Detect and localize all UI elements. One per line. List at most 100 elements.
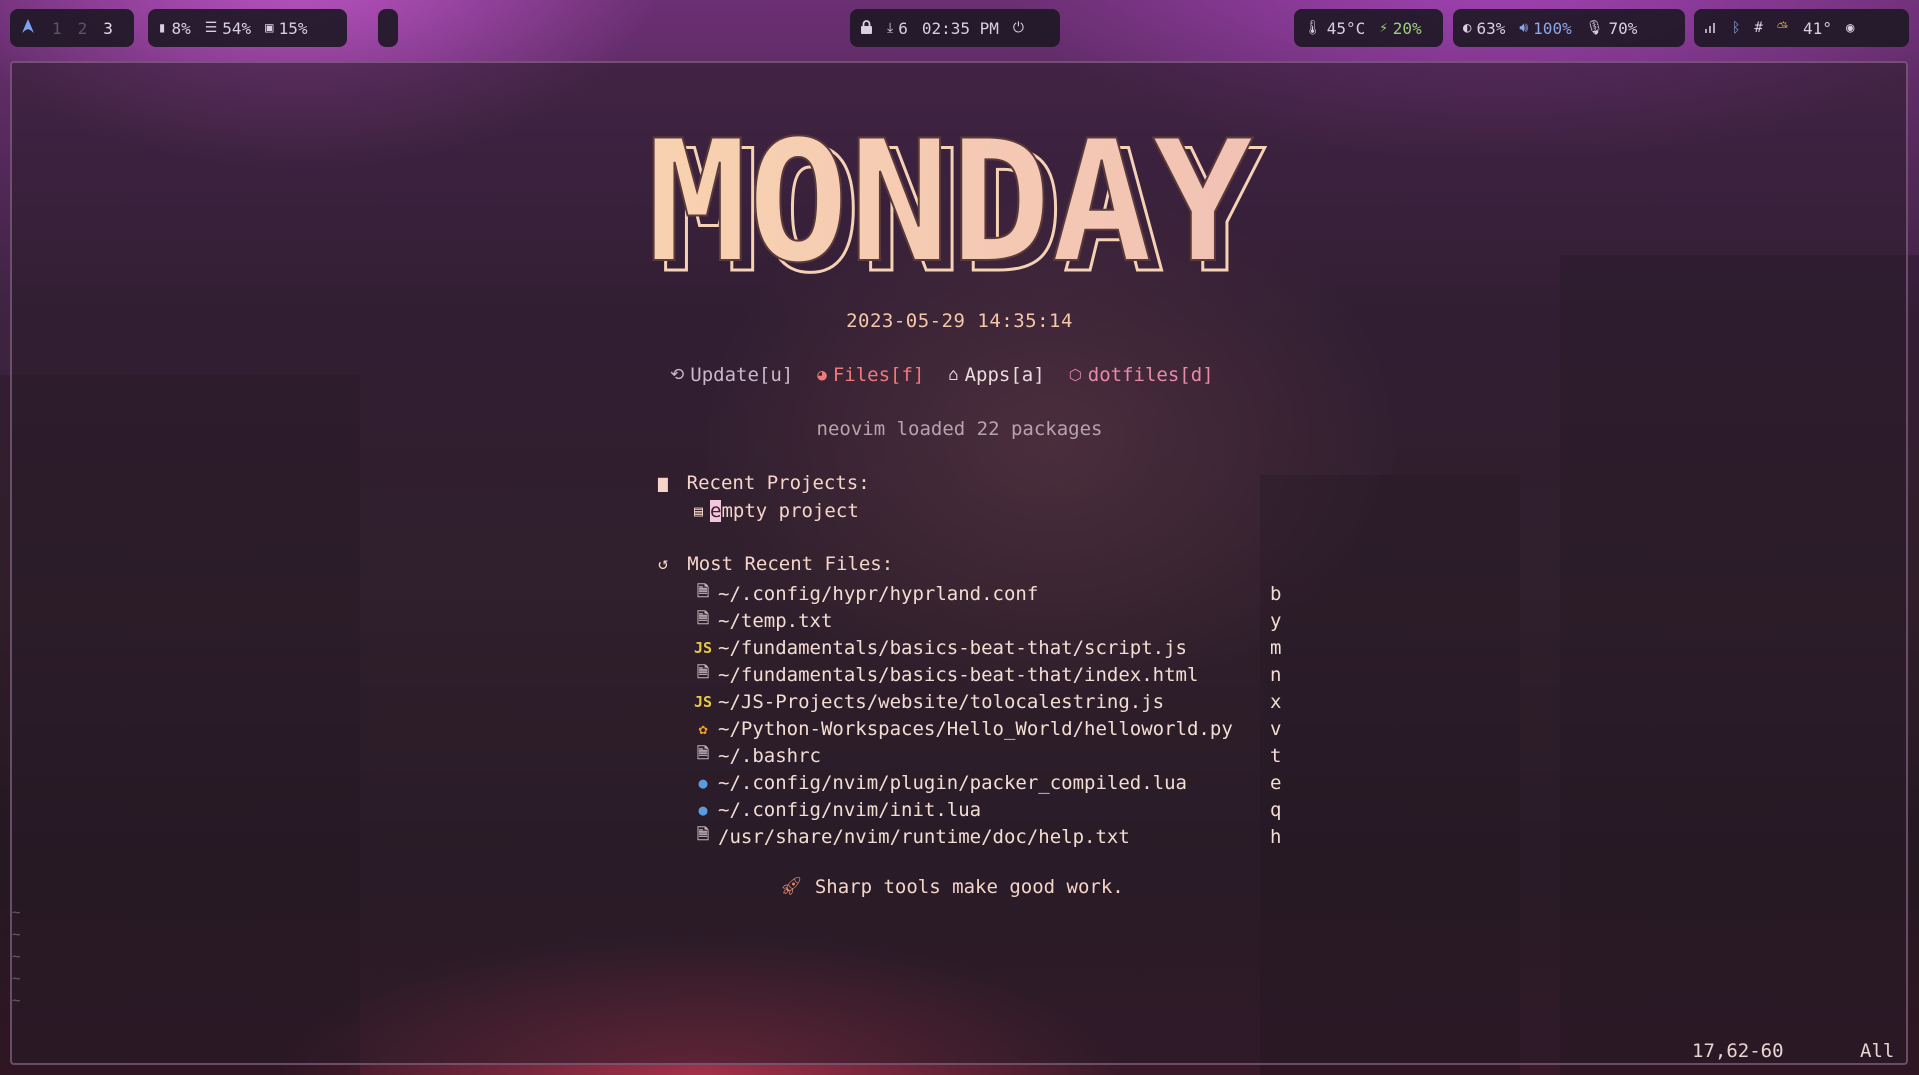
header-text: MONDAY: [647, 112, 1254, 282]
slack-icon: #: [1754, 20, 1763, 36]
weather-value: 41°: [1803, 18, 1832, 38]
file-shortcut: m: [1270, 636, 1282, 659]
js-icon: JS: [693, 692, 713, 711]
file-shortcut: q: [1270, 798, 1282, 821]
workspace-2[interactable]: 2: [78, 19, 88, 38]
recent-files-label: Most Recent Files:: [687, 553, 894, 575]
file-path: ~/.bashrc: [718, 744, 821, 767]
file-path: ~/.config/nvim/init.lua: [718, 798, 982, 821]
lock-button[interactable]: [860, 19, 873, 37]
workspace-1[interactable]: 1: [52, 19, 62, 38]
list-item[interactable]: 🗎︎ ~/temp.txt y: [694, 607, 1284, 634]
list-item[interactable]: 🗎︎ ~/.bashrc t: [694, 742, 1284, 769]
list-item[interactable]: 🗎︎ /usr/share/nvim/runtime/doc/help.txt …: [694, 823, 1284, 850]
file-icon: 🗎︎: [696, 609, 710, 627]
dotfiles-action-label: dotfiles[d]: [1087, 364, 1214, 386]
dashboard-actions: ⟲ Update[u] ◕ Files[f] ⌂ Apps[a] ⬡ dotfi…: [670, 364, 1214, 386]
bookmark-icon: ▆: [658, 473, 668, 492]
temperature-value: 45°C: [1326, 18, 1366, 38]
list-item[interactable]: 🗎︎ ~/fundamentals/basics-beat-that/index…: [694, 661, 1284, 688]
file-path: /usr/share/nvim/runtime/doc/help.txt: [718, 825, 1130, 848]
apps-action-label: Apps[a]: [964, 364, 1045, 386]
top-bar: 1 2 3 ▮ 8% ☰ 54% ▣ 15% ⤓ 6 02:35 PM ⏻ 🌡 …: [0, 0, 1919, 58]
list-item[interactable]: JS ~/fundamentals/basics-beat-that/scrip…: [694, 634, 1284, 661]
file-shortcut: v: [1270, 717, 1282, 740]
lua-icon: ●: [698, 773, 708, 792]
sensors-module: 🌡 45°C ⚡ 20%: [1294, 9, 1443, 47]
cpu-icon: ▮: [158, 20, 167, 36]
center-module: ⤓ 6 02:35 PM ⏻: [850, 9, 1060, 47]
update-action-label: Update[u]: [690, 364, 794, 386]
volume-icon: 🔊︎: [1519, 20, 1529, 36]
bluetooth-icon: ᛒ: [1732, 20, 1741, 36]
list-item[interactable]: ● ~/.config/nvim/plugin/packer_compiled.…: [694, 769, 1284, 796]
files-action-label: Files[f]: [832, 364, 925, 386]
dotfiles-action[interactable]: ⬡ dotfiles[d]: [1069, 364, 1214, 386]
list-item[interactable]: 🗎︎ ~/.config/hypr/hyprland.conf b: [694, 580, 1284, 607]
system-stats-module: ▮ 8% ☰ 54% ▣ 15%: [148, 9, 347, 47]
telescope-icon: ◕: [817, 365, 827, 384]
brightness-value: 63%: [1476, 18, 1506, 38]
download-icon: ⤓: [887, 20, 894, 36]
file-icon: 🗎︎: [696, 582, 710, 600]
updates-count: 6: [898, 18, 908, 38]
js-icon: JS: [693, 638, 713, 657]
battery-value: 20%: [1392, 18, 1422, 38]
recent-files-list: 🗎︎ ~/.config/hypr/hyprland.conf b 🗎︎ ~/t…: [694, 580, 1284, 850]
brightness-icon: ◐: [1463, 20, 1472, 36]
battery-charging-icon: ⚡: [1379, 20, 1388, 36]
memory-indicator[interactable]: ☰ 54%: [205, 19, 251, 38]
dashboard-datetime: 2023-05-29 14:35:14: [846, 310, 1073, 332]
file-icon: 🗎︎: [696, 744, 710, 762]
update-action[interactable]: ⟲ Update[u]: [670, 364, 793, 386]
cursor: e: [710, 500, 722, 522]
cpu-value: 8%: [171, 18, 191, 38]
dashboard-footer-quote: 🚀︎ Sharp tools make good work.: [780, 876, 1124, 898]
list-item[interactable]: ● ~/.config/nvim/init.lua q: [694, 796, 1284, 823]
brightness-indicator[interactable]: ◐ 63%: [1463, 19, 1505, 38]
lua-icon: ●: [698, 800, 708, 819]
notification-button[interactable]: ◉: [1846, 21, 1854, 35]
list-item[interactable]: ✿ ~/Python-Workspaces/Hello_World/hellow…: [694, 715, 1284, 742]
list-item[interactable]: JS ~/JS-Projects/website/tolocalestring.…: [694, 688, 1284, 715]
disk-indicator[interactable]: ▣ 15%: [265, 19, 307, 38]
power-icon: ⏻: [1012, 20, 1024, 36]
apps-action[interactable]: ⌂ Apps[a]: [948, 364, 1044, 386]
plugins-loaded-text: neovim loaded 22 packages: [816, 418, 1103, 440]
quote-text: Sharp tools make good work.: [814, 876, 1124, 898]
workspaces-module: 1 2 3: [10, 9, 134, 47]
file-shortcut: n: [1270, 663, 1282, 686]
microphone-icon: 🎙︎: [1585, 20, 1604, 36]
file-shortcut: b: [1270, 582, 1282, 605]
updates-indicator[interactable]: ⤓ 6: [887, 19, 908, 38]
file-shortcut: t: [1270, 744, 1282, 767]
files-action[interactable]: ◕ Files[f]: [817, 364, 924, 386]
file-path: ~/.config/hypr/hyprland.conf: [718, 582, 1039, 605]
python-icon: ✿: [698, 719, 708, 738]
file-icon: 🗎︎: [696, 825, 710, 843]
mic-indicator[interactable]: 🎙︎ 70%: [1586, 19, 1638, 38]
project-item[interactable]: ▤ empty project: [694, 500, 859, 522]
slack-tray[interactable]: #: [1754, 21, 1762, 35]
clock[interactable]: 02:35 PM: [922, 19, 999, 38]
workspace-3[interactable]: 3: [103, 19, 113, 38]
cpu-indicator[interactable]: ▮ 8%: [158, 19, 191, 38]
file-path: ~/Python-Workspaces/Hello_World/hellowor…: [718, 717, 1233, 740]
disk-value: 15%: [278, 18, 308, 38]
mic-value: 70%: [1608, 18, 1638, 38]
file-shortcut: h: [1270, 825, 1282, 848]
temperature-indicator[interactable]: 🌡 45°C: [1304, 19, 1365, 38]
arch-logo-icon[interactable]: [20, 18, 36, 38]
recent-projects-label: Recent Projects:: [686, 472, 870, 494]
network-indicator[interactable]: [1704, 21, 1718, 36]
rocket-icon: 🚀︎: [780, 876, 803, 897]
project-name-rest: mpty project: [721, 500, 859, 522]
weather-indicator[interactable]: ⛅︎ 41°: [1777, 19, 1832, 38]
audio-module: ◐ 63% 🔊︎ 100% 🎙︎ 70%: [1453, 9, 1685, 47]
bluetooth-indicator[interactable]: ᛒ: [1732, 21, 1740, 35]
power-button[interactable]: ⏻: [1013, 21, 1024, 35]
file-path: ~/.config/nvim/plugin/packer_compiled.lu…: [718, 771, 1187, 794]
file-shortcut: y: [1270, 609, 1282, 632]
battery-indicator[interactable]: ⚡ 20%: [1379, 19, 1421, 38]
volume-indicator[interactable]: 🔊︎ 100%: [1519, 19, 1571, 38]
